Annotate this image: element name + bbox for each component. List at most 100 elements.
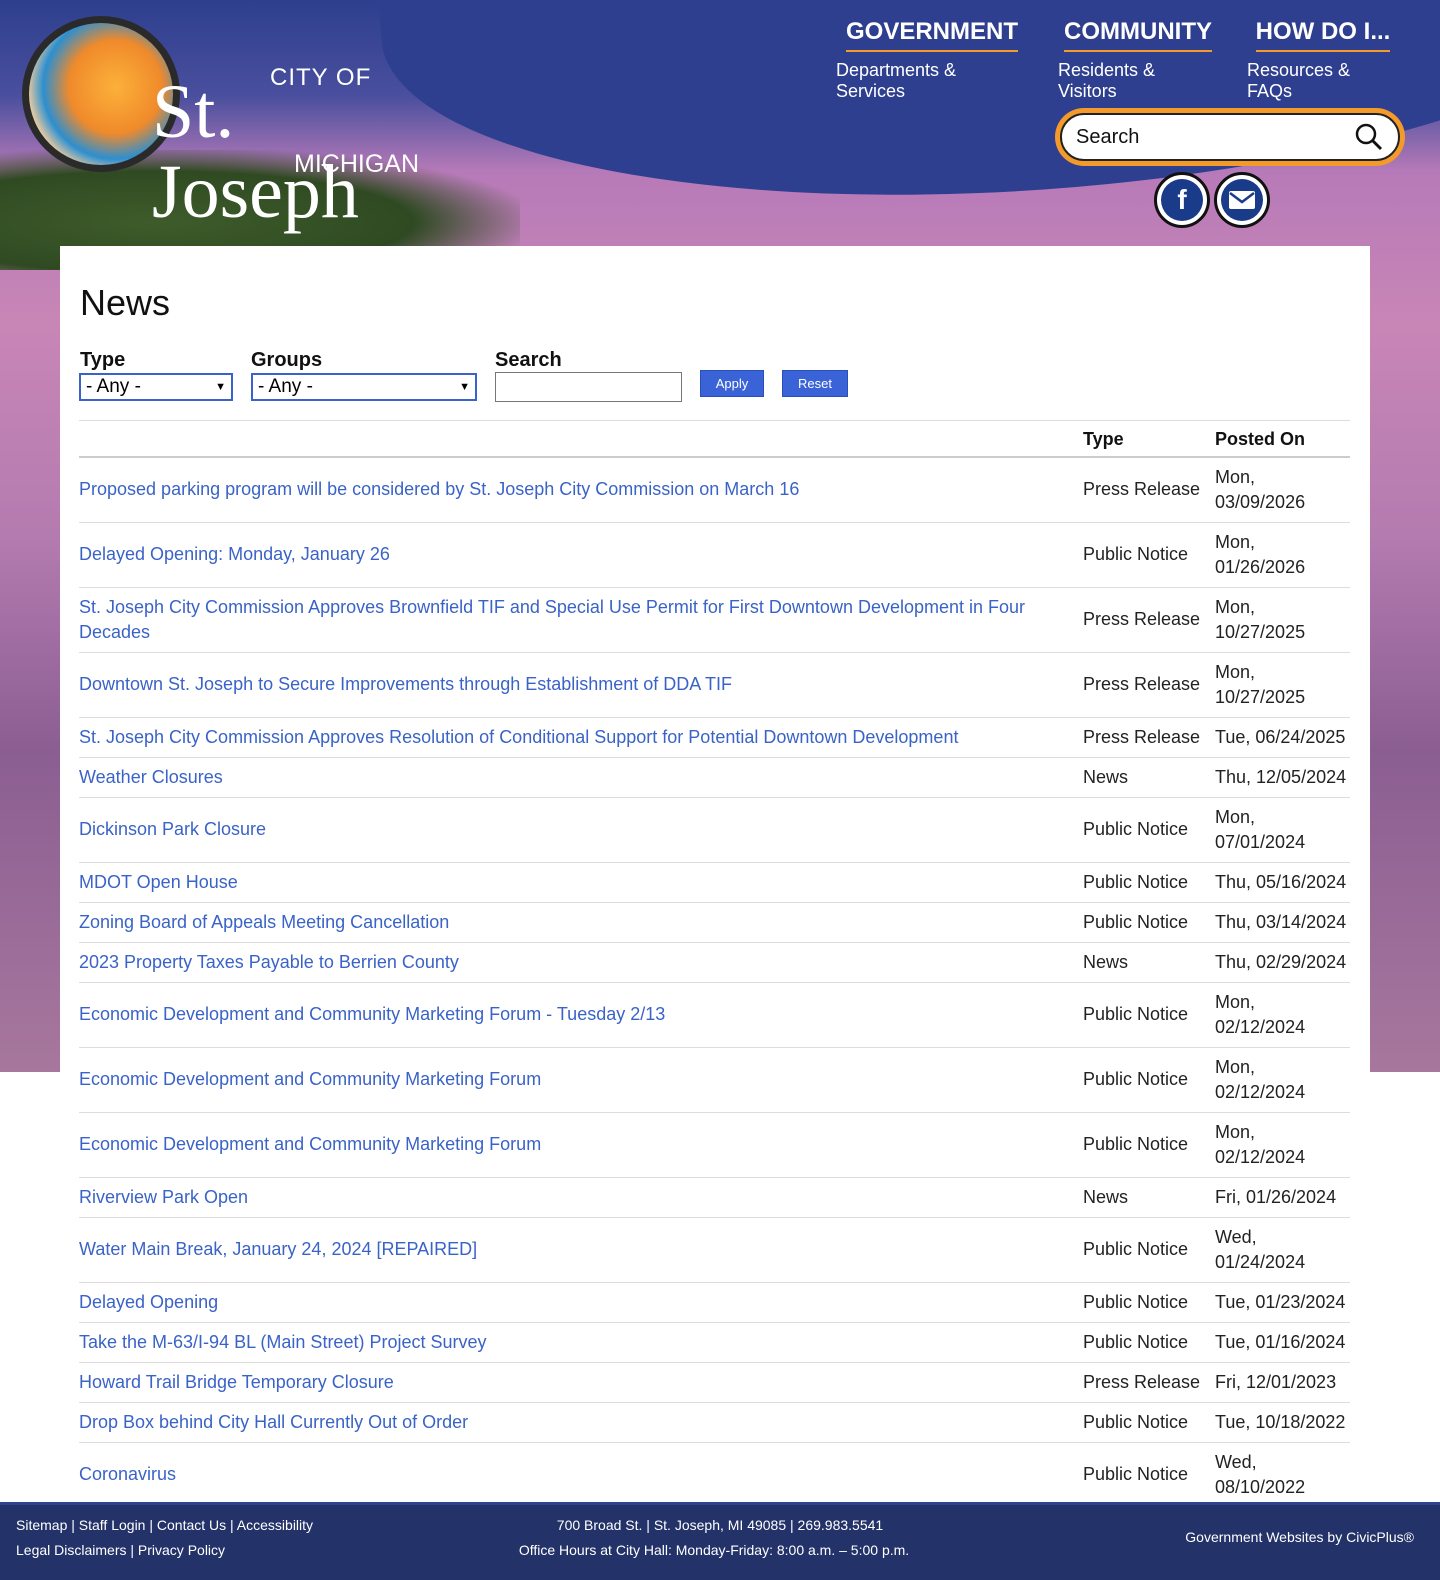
nav-how-do-i[interactable]: HOW DO I... Resources & FAQs [1247, 18, 1399, 102]
footer-link-contact[interactable]: Contact Us [157, 1517, 226, 1533]
table-row: Coronavirus Public Notice Wed, 08/10/2022 [79, 1442, 1350, 1508]
table-row: Howard Trail Bridge Temporary Closure Pre… [79, 1362, 1350, 1403]
facebook-button[interactable]: f [1154, 172, 1210, 228]
footer-link-legal[interactable]: Legal Disclaimers [16, 1542, 126, 1558]
news-date: Mon, 07/01/2024 [1215, 797, 1350, 863]
news-link[interactable]: Economic Development and Community Marke… [79, 1004, 665, 1024]
news-link[interactable]: Riverview Park Open [79, 1187, 248, 1207]
table-row: Economic Development and Community Marke… [79, 982, 1350, 1048]
news-link[interactable]: Drop Box behind City Hall Currently Out … [79, 1412, 468, 1432]
table-row: Delayed Opening: Monday, January 26 Publi… [79, 522, 1350, 588]
nav-title: GOVERNMENT [845, 18, 1018, 52]
news-date: Wed, 08/10/2022 [1215, 1442, 1350, 1508]
footer-credit[interactable]: Government Websites by CivicPlus® [1185, 1529, 1414, 1545]
footer-link-accessibility[interactable]: Accessibility [237, 1517, 313, 1533]
news-date: Mon, 02/12/2024 [1215, 1112, 1350, 1178]
reset-button[interactable]: Reset [782, 370, 848, 397]
news-link[interactable]: Dickinson Park Closure [79, 819, 266, 839]
news-link[interactable]: Proposed parking program will be conside… [79, 479, 799, 499]
search-input[interactable]: Search [1076, 126, 1139, 149]
news-link[interactable]: Economic Development and Community Marke… [79, 1134, 541, 1154]
search-icon[interactable] [1354, 122, 1384, 152]
table-row: Delayed Opening Public Notice Tue, 01/23/2… [79, 1282, 1350, 1323]
news-title-cell: Delayed Opening: Monday, January 26 [79, 522, 1083, 588]
news-type: Public Notice [1083, 1442, 1215, 1508]
email-button[interactable] [1214, 172, 1270, 228]
column-type[interactable]: Type [1083, 420, 1215, 458]
news-type: Press Release [1083, 1362, 1215, 1403]
news-title-cell: Downtown St. Joseph to Secure Improvemen… [79, 652, 1083, 718]
table-row: MDOT Open House Public Notice Thu, 05/16/2… [79, 862, 1350, 903]
news-date: Tue, 01/23/2024 [1215, 1282, 1350, 1323]
content-panel: News Type - Any - ▼ Groups - Any - ▼ Searc… [60, 246, 1370, 1573]
site-search[interactable]: Search [1055, 108, 1405, 166]
news-title-cell: Dickinson Park Closure [79, 797, 1083, 863]
table-row: Take the M-63/I-94 BL (Main Street) Proj… [79, 1322, 1350, 1363]
news-link[interactable]: Delayed Opening [79, 1292, 218, 1312]
news-search-input[interactable] [495, 372, 682, 402]
news-title-cell: Drop Box behind City Hall Currently Out … [79, 1402, 1083, 1443]
news-type: Public Notice [1083, 1112, 1215, 1178]
news-date: Tue, 01/16/2024 [1215, 1322, 1350, 1363]
news-date: Thu, 12/05/2024 [1215, 757, 1350, 798]
news-type: Public Notice [1083, 1402, 1215, 1443]
logo-text: MICHIGAN [294, 150, 419, 178]
news-link[interactable]: Coronavirus [79, 1464, 176, 1484]
news-type: Press Release [1083, 456, 1215, 523]
news-link[interactable]: Weather Closures [79, 767, 223, 787]
table-row: St. Joseph City Commission Approves Brow… [79, 587, 1350, 653]
news-link[interactable]: 2023 Property Taxes Payable to Berrien C… [79, 952, 459, 972]
column-posted[interactable]: Posted On [1215, 420, 1350, 458]
news-type: Public Notice [1083, 1047, 1215, 1113]
news-type: Public Notice [1083, 1217, 1215, 1283]
table-row: Zoning Board of Appeals Meeting Cancella… [79, 902, 1350, 943]
table-row: St. Joseph City Commission Approves Reso… [79, 717, 1350, 758]
news-date: Mon, 02/12/2024 [1215, 1047, 1350, 1113]
news-date: Mon, 02/12/2024 [1215, 982, 1350, 1048]
news-link[interactable]: MDOT Open House [79, 872, 238, 892]
news-date: Mon, 10/27/2025 [1215, 587, 1350, 653]
news-title-cell: Economic Development and Community Marke… [79, 1047, 1083, 1113]
nav-title: HOW DO I... [1255, 18, 1391, 52]
news-title-cell: St. Joseph City Commission Approves Reso… [79, 717, 1083, 758]
site-logo[interactable]: CITY OF St. Joseph MICHIGAN [22, 16, 442, 232]
footer-link-sitemap[interactable]: Sitemap [16, 1517, 67, 1533]
nav-community[interactable]: COMMUNITY Residents & Visitors [1058, 18, 1218, 102]
news-title-cell: Zoning Board of Appeals Meeting Cancella… [79, 902, 1083, 943]
news-link[interactable]: Delayed Opening: Monday, January 26 [79, 544, 390, 564]
footer-address: 700 Broad St. | St. Joseph, MI 49085 | 2… [556, 1517, 884, 1533]
news-title-cell: MDOT Open House [79, 862, 1083, 903]
news-date: Tue, 06/24/2025 [1215, 717, 1350, 758]
news-type: Public Notice [1083, 862, 1215, 903]
news-link[interactable]: St. Joseph City Commission Approves Reso… [79, 727, 958, 747]
news-date: Thu, 05/16/2024 [1215, 862, 1350, 903]
groups-select[interactable]: - Any - ▼ [251, 373, 477, 401]
news-title-cell: Howard Trail Bridge Temporary Closure [79, 1362, 1083, 1403]
news-link[interactable]: St. Joseph City Commission Approves Brow… [79, 597, 1025, 642]
groups-select-value: - Any - [258, 376, 313, 397]
news-title-cell: Economic Development and Community Marke… [79, 982, 1083, 1048]
type-select[interactable]: - Any - ▼ [79, 373, 233, 401]
footer-hours: Office Hours at City Hall: Monday-Friday… [518, 1542, 910, 1558]
news-type: News [1083, 757, 1215, 798]
nav-government[interactable]: GOVERNMENT Departments & Services [836, 18, 1028, 102]
news-link[interactable]: Downtown St. Joseph to Secure Improvemen… [79, 674, 732, 694]
news-link[interactable]: Water Main Break, January 24, 2024 [REPA… [79, 1239, 477, 1259]
news-type: Press Release [1083, 587, 1215, 653]
news-type: Public Notice [1083, 797, 1215, 863]
news-link[interactable]: Howard Trail Bridge Temporary Closure [79, 1372, 394, 1392]
news-table: Type Posted On Proposed parking program … [79, 420, 1350, 1573]
news-link[interactable]: Take the M-63/I-94 BL (Main Street) Proj… [79, 1332, 487, 1352]
news-title-cell: Coronavirus [79, 1442, 1083, 1508]
news-link[interactable]: Economic Development and Community Marke… [79, 1069, 541, 1089]
footer-link-privacy[interactable]: Privacy Policy [138, 1542, 225, 1558]
news-date: Mon, 10/27/2025 [1215, 652, 1350, 718]
news-title-cell: Delayed Opening [79, 1282, 1083, 1323]
news-title-cell: Weather Closures [79, 757, 1083, 798]
table-row: Water Main Break, January 24, 2024 [REPA… [79, 1217, 1350, 1283]
footer-link-staff-login[interactable]: Staff Login [79, 1517, 146, 1533]
news-link[interactable]: Zoning Board of Appeals Meeting Cancella… [79, 912, 449, 932]
nav-subtitle: Resources & FAQs [1247, 60, 1351, 101]
apply-button[interactable]: Apply [700, 370, 764, 397]
footer-links-2: Legal Disclaimers | Privacy Policy [16, 1542, 226, 1558]
